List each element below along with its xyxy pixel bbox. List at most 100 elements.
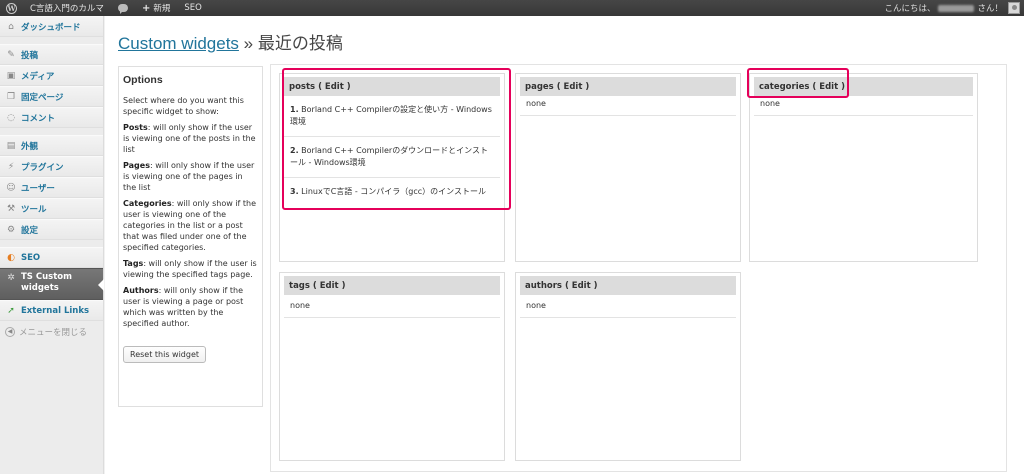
account-menu[interactable]: こんにちは、 さん！ <box>884 2 1024 14</box>
blurred-username <box>938 4 975 12</box>
option-posts-desc: Posts: will only show if the user is vie… <box>123 122 258 155</box>
sidebar-item-posts[interactable]: ✎ 投稿 <box>0 44 103 65</box>
seo-icon: ◐ <box>7 252 15 263</box>
pages-header-label: pages ( Edit ) <box>525 81 590 92</box>
main-content: Custom widgets » 最近の投稿 Options Select wh… <box>105 16 1024 474</box>
option-authors-desc: Authors: will only show if the user is v… <box>123 285 258 329</box>
avatar[interactable] <box>1008 2 1020 14</box>
comments-icon: ◌ <box>7 112 15 123</box>
sidebar-item-external-links[interactable]: ➚ External Links <box>0 300 103 321</box>
posts-box-header[interactable]: posts ( Edit ) <box>284 77 500 96</box>
pages-box-header[interactable]: pages ( Edit ) <box>520 77 736 96</box>
title-separator: » <box>243 34 254 53</box>
item-number: 2. <box>290 146 299 155</box>
item-text: Borland C++ Compilerのダウンロードとインストール - Win… <box>290 146 489 167</box>
admin-bar: W C言語入門のカルマ + 新規 SEO こんにちは、 さん！ <box>0 0 1024 16</box>
sidebar-item-label: 設定 <box>21 225 39 236</box>
ts-custom-widgets-icon: ✲ <box>7 272 15 283</box>
options-heading: Options <box>123 74 163 86</box>
sidebar-item-label: メディア <box>21 71 55 82</box>
sidebar-item-appearance[interactable]: ▤ 外観 <box>0 135 103 156</box>
seo-menu-button[interactable]: SEO <box>177 0 208 16</box>
posts-icon: ✎ <box>7 49 15 60</box>
tags-box: tags ( Edit ) none <box>279 272 505 461</box>
item-number: 3. <box>290 187 299 196</box>
sidebar-item-pages[interactable]: ❐ 固定ページ <box>0 86 103 107</box>
authors-box: authors ( Edit ) none <box>515 272 741 461</box>
new-content-button[interactable]: + 新規 <box>135 0 177 16</box>
appearance-icon: ▤ <box>6 140 16 151</box>
external-links-icon: ➚ <box>7 305 15 316</box>
list-item: none <box>520 96 736 116</box>
sidebar-item-label: 外観 <box>21 141 39 152</box>
sidebar-item-label: External Links <box>21 305 90 316</box>
plugins-icon: ⚡ <box>7 161 15 172</box>
sidebar-item-media[interactable]: ▣ メディア <box>0 65 103 86</box>
comments-button[interactable] <box>111 0 135 16</box>
reset-widget-button[interactable]: Reset this widget <box>123 346 207 363</box>
sidebar-item-label: ダッシュボード <box>21 22 81 33</box>
collapse-menu-button[interactable]: ◀ メニューを閉じる <box>0 321 103 342</box>
list-item: 1. Borland C++ Compilerの設定と使い方 - Windows… <box>284 96 500 137</box>
option-term: Posts <box>123 123 148 132</box>
menu-separator <box>0 37 103 44</box>
categories-box-header[interactable]: categories ( Edit ) <box>754 77 973 96</box>
dashboard-icon: ⌂ <box>8 21 14 32</box>
pages-icon: ❐ <box>6 91 16 102</box>
option-categories-desc: Categories: will only show if the user i… <box>123 198 258 253</box>
menu-separator <box>0 240 103 247</box>
comment-bubble-icon <box>117 4 128 14</box>
greeting-suffix: さん！ <box>977 4 1003 14</box>
sidebar-item-plugins[interactable]: ⚡ プラグイン <box>0 156 103 177</box>
list-item: none <box>284 295 500 318</box>
menu-separator <box>0 128 103 135</box>
options-intro: Select where do you want this specific w… <box>123 96 244 116</box>
option-text: : will only show if the user is viewing … <box>123 259 257 279</box>
list-item: 3. LinuxでC言語 - コンパイラ（gcc）のインストール <box>284 178 500 206</box>
users-icon: ☺ <box>6 182 16 193</box>
sidebar-item-comments[interactable]: ◌ コメント <box>0 107 103 128</box>
item-text: Borland C++ Compilerの設定と使い方 - Windows環境 <box>290 105 492 126</box>
option-term: Categories <box>123 199 172 208</box>
tags-box-header[interactable]: tags ( Edit ) <box>284 276 500 295</box>
site-name: C言語入門のカルマ <box>30 4 104 14</box>
sidebar-item-users[interactable]: ☺ ユーザー <box>0 177 103 198</box>
options-panel: Options Select where do you want this sp… <box>118 66 263 407</box>
sidebar-item-label: 投稿 <box>21 50 39 61</box>
categories-box: categories ( Edit ) none <box>749 73 978 262</box>
option-term: Authors <box>123 286 159 295</box>
custom-widgets-link[interactable]: Custom widgets <box>118 34 239 53</box>
sidebar-item-label: SEO <box>21 252 41 263</box>
wordpress-icon: W <box>6 2 17 14</box>
sidebar-item-seo[interactable]: ◐ SEO <box>0 247 103 268</box>
tags-header-label: tags ( Edit ) <box>289 280 346 291</box>
authors-header-label: authors ( Edit ) <box>525 280 598 291</box>
sidebar-item-tools[interactable]: ⚒ ツール <box>0 198 103 219</box>
item-text: LinuxでC言語 - コンパイラ（gcc）のインストール <box>301 187 486 196</box>
option-pages-desc: Pages: will only show if the user is vie… <box>123 160 258 193</box>
authors-box-header[interactable]: authors ( Edit ) <box>520 276 736 295</box>
sidebar-item-label: コメント <box>21 113 56 124</box>
option-term: Pages <box>123 161 150 170</box>
posts-header-label: posts ( Edit ) <box>289 81 351 92</box>
widget-title: 最近の投稿 <box>257 34 343 53</box>
sidebar-item-label: TS Custom widgets <box>21 272 72 293</box>
sidebar-item-label: ユーザー <box>21 183 55 194</box>
categories-header-label: categories ( Edit ) <box>759 81 845 92</box>
greeting-prefix: こんにちは、 <box>884 4 936 14</box>
tools-icon: ⚒ <box>6 203 16 214</box>
sidebar-item-dashboard[interactable]: ⌂ ダッシュボード <box>0 16 103 37</box>
collapse-arrow-icon: ◀ <box>5 326 15 337</box>
sidebar-item-label: プラグイン <box>21 162 64 173</box>
settings-icon: ⚙ <box>6 224 16 235</box>
site-name-link[interactable]: C言語入門のカルマ <box>23 0 111 16</box>
posts-box: posts ( Edit ) 1. Borland C++ Compilerの設… <box>279 73 505 262</box>
item-number: 1. <box>290 105 299 114</box>
option-term: Tags <box>123 259 144 268</box>
list-item: none <box>520 295 736 318</box>
sidebar-item-ts-custom-widgets[interactable]: ✲ TS Custom widgets <box>0 268 104 300</box>
sidebar-item-settings[interactable]: ⚙ 設定 <box>0 219 103 240</box>
wordpress-logo-button[interactable]: W <box>0 0 23 16</box>
sidebar-item-label: 固定ページ <box>21 92 64 103</box>
seo-label: SEO <box>184 3 202 13</box>
